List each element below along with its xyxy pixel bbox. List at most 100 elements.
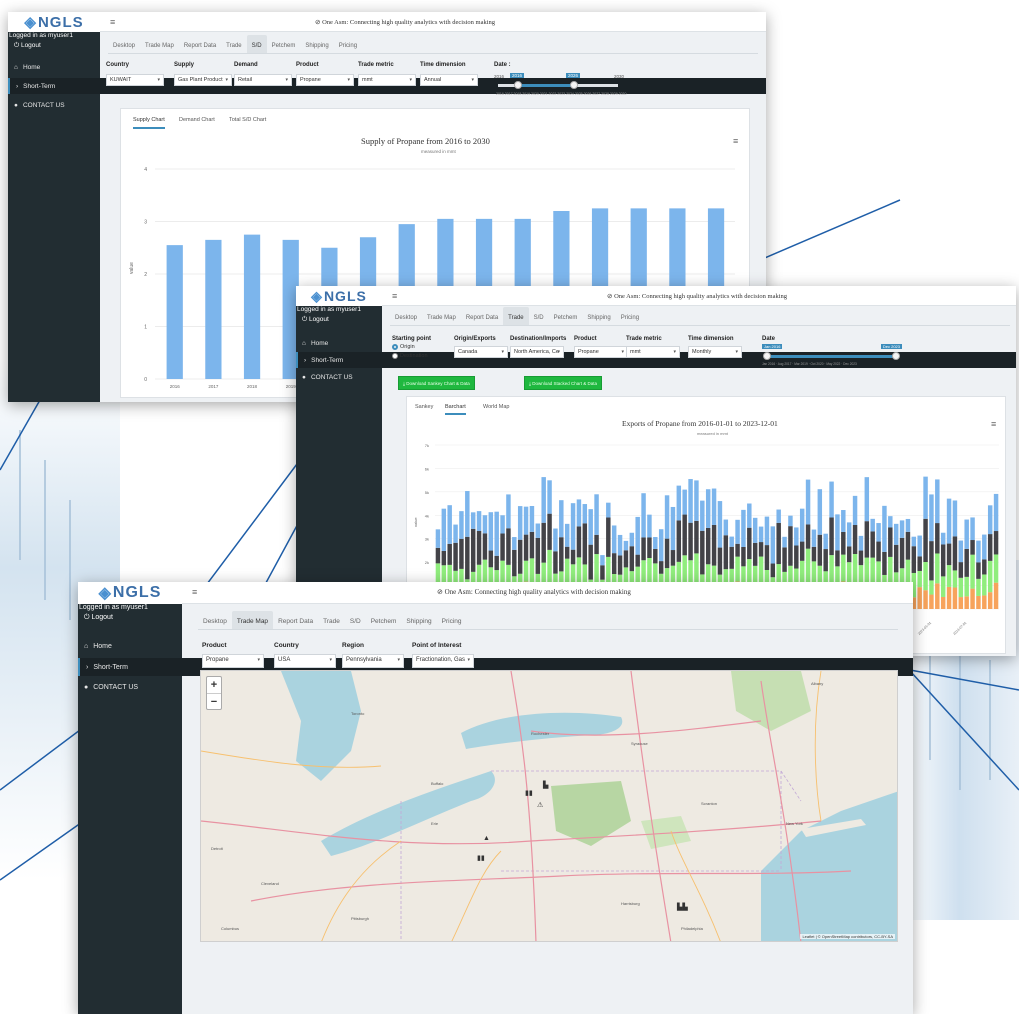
subtab-total-sd-chart[interactable]: Total S/D Chart bbox=[229, 117, 266, 123]
bar-segment-1-75 bbox=[876, 561, 881, 583]
region-select[interactable]: Pennsylvania ▾ bbox=[342, 654, 404, 668]
trade-metric-select[interactable]: mmt ▾ bbox=[358, 74, 416, 86]
zoom-out-button[interactable]: − bbox=[207, 693, 221, 709]
slider-handle-from[interactable] bbox=[514, 81, 522, 89]
bar-segment-2-44 bbox=[694, 520, 699, 554]
destination-imports-select[interactable]: North America, Ce ▾ bbox=[510, 346, 564, 358]
chart-menu-icon[interactable]: ≡ bbox=[991, 419, 996, 429]
tab-pricing[interactable]: Pricing bbox=[616, 307, 644, 325]
slider-handle-to[interactable] bbox=[892, 352, 900, 360]
menu-toggle-icon[interactable]: ≡ bbox=[392, 291, 397, 301]
bar-segment-2-36 bbox=[647, 537, 652, 558]
tab-desktop[interactable]: Desktop bbox=[198, 611, 232, 629]
tab-petchem[interactable]: Petchem bbox=[549, 307, 583, 325]
slider-handle-to[interactable] bbox=[570, 81, 578, 89]
point-of-interest-select[interactable]: Fractionation, Gas ▾ bbox=[412, 654, 474, 668]
tab-trade-map[interactable]: Trade Map bbox=[422, 307, 461, 325]
bar-segment-3-1 bbox=[441, 508, 447, 551]
y-tick-label: 2 bbox=[144, 272, 147, 278]
poi-fractionation-icon[interactable]: ▮▮ bbox=[525, 789, 533, 797]
country-select[interactable]: KUWAIT ▾ bbox=[106, 74, 164, 86]
slogan-text: One Asm: Connecting high quality analyti… bbox=[614, 293, 788, 300]
menu-toggle-icon[interactable]: ≡ bbox=[110, 17, 115, 27]
bar-segment-1-51 bbox=[735, 556, 740, 582]
city-label-scranton: Scranton bbox=[701, 801, 718, 806]
product-select[interactable]: Propane ▾ bbox=[202, 654, 264, 668]
product-label: Product bbox=[574, 336, 597, 342]
logout-link[interactable]: ⏻ Logout bbox=[302, 316, 329, 324]
demand-select[interactable]: Retail ▾ bbox=[234, 74, 292, 86]
caret-down-icon: ▾ bbox=[329, 657, 332, 663]
map-attribution[interactable]: Leaflet | © OpenStreetMap contributors, … bbox=[800, 934, 895, 939]
tab-report-data[interactable]: Report Data bbox=[461, 307, 503, 325]
supply-select[interactable]: Gas Plant Product ▾ bbox=[174, 74, 232, 86]
tab-petchem[interactable]: Petchem bbox=[366, 611, 402, 629]
time-dimension-select[interactable]: Monthly ▾ bbox=[688, 346, 742, 358]
tab-trade[interactable]: Trade bbox=[503, 307, 529, 325]
radio-origin[interactable]: Origin bbox=[392, 344, 415, 350]
caret-down-icon: ▾ bbox=[347, 77, 350, 83]
tab-shipping[interactable]: Shipping bbox=[300, 35, 333, 53]
time-dimension-label: Time dimension bbox=[420, 62, 466, 68]
logo-text: NGLS bbox=[37, 13, 84, 31]
date-label: Date bbox=[762, 336, 776, 342]
tab-s-d[interactable]: S/D bbox=[345, 611, 366, 629]
download-sankey-button[interactable]: ⤓ Download Sankey Chart & Data bbox=[398, 376, 475, 390]
bar-segment-2-62 bbox=[799, 541, 805, 561]
trade-metric-select[interactable]: mmt ▾ bbox=[626, 346, 680, 358]
tab-trade[interactable]: Trade bbox=[318, 611, 345, 629]
tab-trade-map[interactable]: Trade Map bbox=[231, 611, 274, 629]
chart-menu-icon[interactable]: ≡ bbox=[733, 136, 738, 146]
tab-petchem[interactable]: Petchem bbox=[267, 35, 301, 53]
date-slider[interactable]: 2016 2030 2016 2026 2016 2017 2018 2019 … bbox=[494, 70, 626, 100]
logout-link[interactable]: ⏻ Logout bbox=[84, 614, 113, 622]
tab-trade-map[interactable]: Trade Map bbox=[140, 35, 179, 53]
download-stacked-button[interactable]: ⤓ Download Stacked Chart & Data bbox=[524, 376, 603, 390]
bar-segment-2-45 bbox=[700, 530, 705, 575]
tab-shipping[interactable]: Shipping bbox=[401, 611, 436, 629]
product-select[interactable]: Propane ▾ bbox=[296, 74, 354, 86]
bar-segment-2-0 bbox=[435, 547, 441, 564]
tab-pricing[interactable]: Pricing bbox=[334, 35, 362, 53]
y-tick-label: 4 bbox=[144, 167, 147, 173]
poi-pipeline-icon[interactable]: ▲ bbox=[483, 835, 490, 842]
zoom-in-button[interactable]: + bbox=[207, 677, 221, 693]
trade-map[interactable]: Toronto Buffalo Rochester Syracuse Detroit Cl… bbox=[200, 670, 898, 942]
tab-report-data[interactable]: Report Data bbox=[179, 35, 221, 53]
subtab-world-map[interactable]: World Map bbox=[483, 404, 510, 410]
bar-segment-2-55 bbox=[758, 542, 764, 557]
tab-report-data[interactable]: Report Data bbox=[273, 611, 318, 629]
bar-segment-3-46 bbox=[705, 489, 711, 528]
tab-desktop[interactable]: Desktop bbox=[108, 35, 140, 53]
y-axis-label: value bbox=[413, 517, 418, 527]
poi-warning-icon[interactable]: ⚠ bbox=[537, 801, 543, 809]
menu-toggle-icon[interactable]: ≡ bbox=[192, 587, 197, 597]
tab-shipping[interactable]: Shipping bbox=[582, 307, 615, 325]
slider-handle-from[interactable] bbox=[763, 352, 771, 360]
tab-pricing[interactable]: Pricing bbox=[437, 611, 467, 629]
date-slider[interactable]: Jan 2016 Dec 2023 Jan 2016 · Aug 2017 · … bbox=[762, 344, 902, 370]
tab-desktop[interactable]: Desktop bbox=[390, 307, 422, 325]
bar-2017 bbox=[205, 239, 222, 379]
bar-segment-2-32 bbox=[623, 550, 629, 568]
country-select[interactable]: USA ▾ bbox=[274, 654, 336, 668]
time-dimension-select[interactable]: Annual ▾ bbox=[420, 74, 478, 86]
poi-gas-plant-icon[interactable]: ▙ bbox=[543, 781, 548, 789]
bar-segment-3-75 bbox=[876, 523, 881, 542]
product-select[interactable]: Propane ▾ bbox=[574, 346, 628, 358]
logout-link[interactable]: ⏻ Logout bbox=[14, 42, 41, 50]
subtab-barchart[interactable]: Barchart bbox=[445, 404, 466, 415]
bar-segment-2-16 bbox=[529, 531, 535, 559]
subtab-supply-chart[interactable]: Supply Chart bbox=[133, 117, 165, 129]
bar-segment-1-77 bbox=[888, 556, 893, 584]
subtab-demand-chart[interactable]: Demand Chart bbox=[179, 117, 215, 123]
origin-exports-select[interactable]: Canada ▾ bbox=[454, 346, 508, 358]
radio-destination[interactable]: Destination bbox=[392, 353, 428, 359]
subtab-sankey[interactable]: Sankey bbox=[415, 404, 433, 410]
tab-s-d[interactable]: S/D bbox=[246, 35, 267, 53]
tab-trade[interactable]: Trade bbox=[221, 35, 246, 53]
tab-s-d[interactable]: S/D bbox=[529, 307, 549, 325]
logout-label: Logout bbox=[308, 316, 329, 323]
poi-terminal-icon[interactable]: ▙▙ bbox=[677, 903, 688, 911]
poi-fractionation-icon[interactable]: ▮▮ bbox=[477, 854, 485, 862]
